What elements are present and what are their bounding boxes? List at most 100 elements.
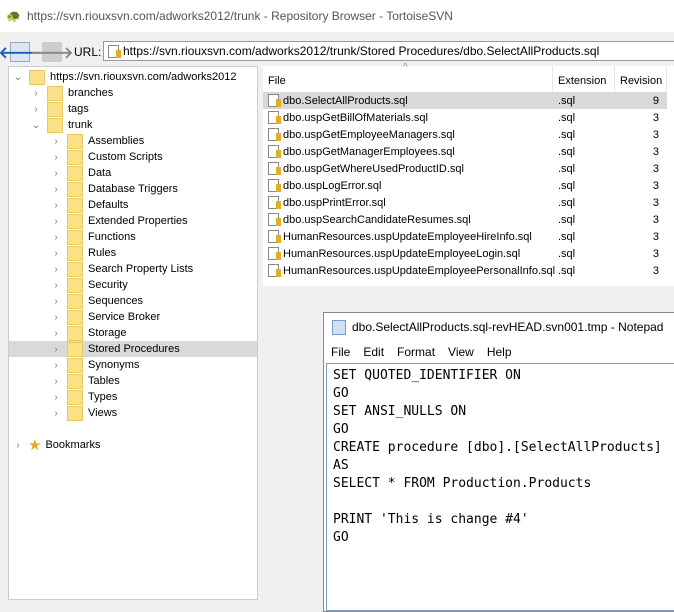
sql-file-icon: [268, 247, 281, 260]
tree-item[interactable]: › Defaults: [9, 197, 257, 213]
chevron-right-icon[interactable]: ›: [51, 280, 61, 291]
tree-item[interactable]: › Custom Scripts: [9, 149, 257, 165]
tree-item[interactable]: › Security: [9, 277, 257, 293]
tree-item[interactable]: › Storage: [9, 325, 257, 341]
tree-item[interactable]: › Database Triggers: [9, 181, 257, 197]
tree-item[interactable]: › branches: [9, 85, 257, 101]
column-header-extension[interactable]: Extension: [553, 66, 615, 92]
tree-item-label: Assemblies: [88, 135, 145, 147]
notepad-text-area[interactable]: SET QUOTED_IDENTIFIER ON GO SET ANSI_NUL…: [326, 363, 674, 611]
chevron-right-icon[interactable]: ›: [51, 312, 61, 323]
chevron-right-icon[interactable]: ›: [51, 248, 61, 259]
tortoisesvn-icon: 🐢: [6, 9, 21, 23]
menu-format[interactable]: Format: [397, 345, 435, 359]
forward-button[interactable]: 🡒: [31, 42, 73, 62]
menu-view[interactable]: View: [448, 345, 474, 359]
folder-icon: [67, 245, 83, 261]
chevron-right-icon[interactable]: ›: [51, 408, 61, 419]
folder-icon: [67, 165, 83, 181]
file-name: dbo.uspSearchCandidateResumes.sql: [283, 213, 471, 226]
tree-item[interactable]: › Assemblies: [9, 133, 257, 149]
tree-item[interactable]: › Extended Properties: [9, 213, 257, 229]
file-revision: 3: [652, 213, 659, 226]
file-row[interactable]: dbo.uspPrintError.sql .sql 3: [263, 194, 667, 211]
file-row[interactable]: HumanResources.uspUpdateEmployeePersonal…: [263, 262, 667, 279]
tree-item[interactable]: › Stored Procedures: [9, 341, 257, 357]
tree-item-label: Bookmarks: [45, 439, 101, 451]
file-name: dbo.uspGetWhereUsedProductID.sql: [283, 162, 464, 175]
tree-item[interactable]: › tags: [9, 101, 257, 117]
folder-icon: [47, 101, 63, 117]
tree-item[interactable]: › Functions: [9, 229, 257, 245]
chevron-right-icon[interactable]: ›: [51, 264, 61, 275]
tree-item[interactable]: › Search Property Lists: [9, 261, 257, 277]
tree-item-label: Search Property Lists: [88, 263, 194, 275]
menu-edit[interactable]: Edit: [363, 345, 384, 359]
tree-item-label: Types: [88, 391, 118, 403]
url-input[interactable]: https://svn.riouxsvn.com/adworks2012/tru…: [103, 41, 674, 61]
column-header-file[interactable]: File: [263, 66, 553, 92]
folder-icon: [67, 197, 83, 213]
chevron-right-icon[interactable]: ›: [51, 296, 61, 307]
sql-file-icon: [268, 230, 281, 243]
folder-icon: [67, 405, 83, 421]
chevron-right-icon[interactable]: ›: [51, 216, 61, 227]
folder-icon: [67, 389, 83, 405]
tree-item[interactable]: › Service Broker: [9, 309, 257, 325]
chevron-right-icon[interactable]: ›: [51, 328, 61, 339]
column-header-revision[interactable]: Revision: [615, 66, 667, 92]
file-list[interactable]: ^ File Extension Revision dbo.SelectAllP…: [263, 62, 674, 286]
file-row[interactable]: dbo.uspGetBillOfMaterials.sql .sql 3: [263, 109, 667, 126]
chevron-right-icon[interactable]: ›: [51, 136, 61, 147]
repository-tree[interactable]: ⌄ https://svn.riouxsvn.com/adworks2012 › br…: [8, 66, 258, 600]
url-label: URL:: [74, 45, 102, 59]
file-extension: .sql: [558, 111, 576, 124]
chevron-right-icon[interactable]: ›: [51, 184, 61, 195]
file-revision: 3: [652, 162, 659, 175]
chevron-right-icon[interactable]: ›: [31, 104, 41, 115]
file-row[interactable]: dbo.uspSearchCandidateResumes.sql .sql 3: [263, 211, 667, 228]
chevron-down-icon[interactable]: ⌄: [13, 72, 23, 83]
file-extension: .sql: [558, 162, 576, 175]
chevron-down-icon[interactable]: ⌄: [31, 120, 41, 131]
chevron-right-icon[interactable]: ›: [51, 200, 61, 211]
tree-item[interactable]: ⌄ https://svn.riouxsvn.com/adworks2012: [9, 69, 257, 85]
file-row[interactable]: dbo.uspGetEmployeeManagers.sql .sql 3: [263, 126, 667, 143]
tree-item-label: Tables: [88, 375, 120, 387]
file-row[interactable]: HumanResources.uspUpdateEmployeeLogin.sq…: [263, 245, 667, 262]
chevron-right-icon[interactable]: ›: [13, 440, 23, 451]
tree-item[interactable]: › Rules: [9, 245, 257, 261]
back-button[interactable]: 🡐: [0, 42, 41, 62]
sql-file-icon: [268, 162, 281, 175]
folder-icon: [67, 277, 83, 293]
chevron-right-icon[interactable]: ›: [51, 360, 61, 371]
tree-item[interactable]: › Tables: [9, 373, 257, 389]
file-row[interactable]: dbo.uspGetManagerEmployees.sql .sql 3: [263, 143, 667, 160]
file-row[interactable]: HumanResources.uspUpdateEmployeeHireInfo…: [263, 228, 667, 245]
tree-item[interactable]: › Data: [9, 165, 257, 181]
chevron-right-icon[interactable]: ›: [51, 344, 61, 355]
chevron-right-icon[interactable]: ›: [51, 392, 61, 403]
chevron-right-icon[interactable]: ›: [31, 88, 41, 99]
tree-item[interactable]: › Synonyms: [9, 357, 257, 373]
file-name: dbo.SelectAllProducts.sql: [283, 94, 408, 107]
chevron-right-icon[interactable]: ›: [51, 232, 61, 243]
file-row[interactable]: dbo.uspGetWhereUsedProductID.sql .sql 3: [263, 160, 667, 177]
title-bar: 🐢 https://svn.riouxsvn.com/adworks2012/t…: [0, 0, 674, 32]
tree-item[interactable]: › ★ Bookmarks: [9, 437, 257, 454]
chevron-right-icon[interactable]: ›: [51, 152, 61, 163]
file-name: dbo.uspGetEmployeeManagers.sql: [283, 128, 455, 141]
menu-file[interactable]: File: [331, 345, 350, 359]
folder-icon: [67, 133, 83, 149]
tree-item[interactable]: › Sequences: [9, 293, 257, 309]
tree-item[interactable]: › Views: [9, 405, 257, 421]
tree-item[interactable]: ⌄ trunk: [9, 117, 257, 133]
chevron-right-icon[interactable]: ›: [51, 168, 61, 179]
tree-item[interactable]: › Types: [9, 389, 257, 405]
menu-help[interactable]: Help: [487, 345, 512, 359]
chevron-right-icon[interactable]: ›: [51, 376, 61, 387]
file-row[interactable]: dbo.uspLogError.sql .sql 3: [263, 177, 667, 194]
file-row[interactable]: dbo.SelectAllProducts.sql .sql 9: [263, 92, 667, 109]
folder-icon: [67, 181, 83, 197]
sql-file-icon: [268, 145, 281, 158]
